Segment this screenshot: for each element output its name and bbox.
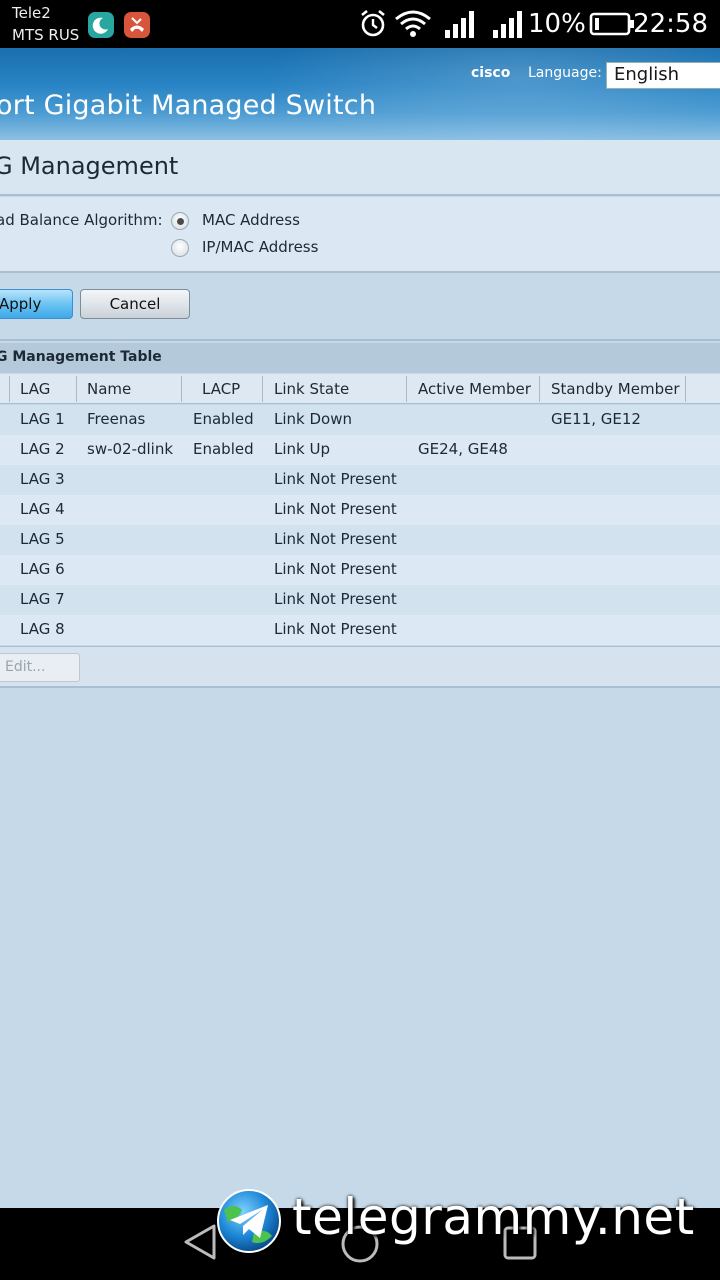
table-row[interactable]: LAG 8 Link Not Present	[0, 615, 720, 645]
cell-lag: LAG 6	[20, 560, 65, 578]
clock: 22:58	[633, 9, 708, 39]
cell-link-state: Link Not Present	[274, 590, 397, 608]
cell-link-state: Link Not Present	[274, 470, 397, 488]
column-separator	[406, 376, 407, 402]
column-separator	[76, 376, 77, 402]
cancel-button[interactable]: Cancel	[80, 289, 190, 319]
algorithm-label: ad Balance Algorithm:	[0, 211, 163, 229]
cell-lacp: Enabled	[193, 410, 254, 428]
cell-standby-member: GE11, GE12	[551, 410, 641, 428]
column-separator	[685, 376, 686, 402]
column-header-lag[interactable]: LAG	[20, 374, 50, 404]
column-header-active-member[interactable]: Active Member	[418, 374, 531, 404]
mac-address-radio[interactable]	[171, 212, 189, 230]
column-header-link-state[interactable]: Link State	[274, 374, 349, 404]
missed-call-icon	[124, 12, 150, 38]
table-row[interactable]: LAG 7 Link Not Present	[0, 585, 720, 615]
table-row[interactable]: LAG 1 Freenas Enabled Link Down GE11, GE…	[0, 405, 720, 435]
table-row[interactable]: LAG 4 Link Not Present	[0, 495, 720, 525]
cell-lag: LAG 3	[20, 470, 65, 488]
back-icon[interactable]	[180, 1220, 220, 1264]
apply-button[interactable]: Apply	[0, 289, 73, 319]
cell-lag: LAG 1	[20, 410, 65, 428]
carrier-name-2: MTS RUS	[12, 26, 80, 44]
load-balance-settings: ad Balance Algorithm: MAC Address IP/MAC…	[0, 197, 720, 273]
cell-link-state: Link Not Present	[274, 620, 397, 638]
cell-lag: LAG 8	[20, 620, 65, 638]
mac-address-label: MAC Address	[202, 211, 300, 229]
carrier-name-1: Tele2	[12, 4, 51, 22]
column-header-name[interactable]: Name	[87, 374, 131, 404]
table-row[interactable]: LAG 3 Link Not Present	[0, 465, 720, 495]
column-separator	[262, 376, 263, 402]
cell-link-state: Link Down	[274, 410, 352, 428]
cell-lag: LAG 4	[20, 500, 65, 518]
cell-name: Freenas	[87, 410, 146, 428]
cell-link-state: Link Not Present	[274, 530, 397, 548]
column-separator	[9, 376, 10, 402]
ip-mac-address-radio[interactable]	[171, 239, 189, 257]
cisco-logo: cisco	[471, 65, 511, 81]
cell-name: sw-02-dlink	[87, 440, 174, 458]
page-title: G Management	[0, 152, 179, 180]
language-select[interactable]: English	[606, 62, 720, 89]
battery-icon	[589, 12, 634, 36]
table-footer: Edit...	[0, 646, 720, 688]
telegram-globe-icon	[217, 1189, 281, 1253]
cell-lag: LAG 5	[20, 530, 65, 548]
alarm-icon	[361, 9, 385, 37]
header-banner: ort Gigabit Managed Switch cisco Languag…	[0, 48, 720, 140]
table-row[interactable]: LAG 5 Link Not Present	[0, 525, 720, 555]
table-row[interactable]: LAG 6 Link Not Present	[0, 555, 720, 585]
table-caption: G Management Table	[0, 343, 720, 373]
battery-percent: 10%	[528, 9, 586, 39]
column-separator	[539, 376, 540, 402]
moon-app-icon	[88, 12, 114, 38]
language-label: Language:	[528, 65, 602, 81]
cell-active-member: GE24, GE48	[418, 440, 508, 458]
app-title: ort Gigabit Managed Switch	[0, 90, 377, 121]
column-header-standby-member[interactable]: Standby Member	[551, 374, 680, 404]
cell-link-state: Link Up	[274, 440, 330, 458]
signal-icon	[493, 11, 522, 38]
column-header-lacp[interactable]: LACP	[202, 374, 240, 404]
ip-mac-address-label: IP/MAC Address	[202, 238, 319, 256]
status-bar: Tele2 MTS RUS 10% 22:58	[0, 0, 720, 48]
watermark: telegrammy.net	[216, 1186, 716, 1256]
column-separator	[181, 376, 182, 402]
watermark-text: telegrammy.net	[292, 1188, 695, 1246]
cell-link-state: Link Not Present	[274, 560, 397, 578]
table-caption-text: G Management Table	[0, 349, 162, 365]
page-header: G Management	[0, 140, 720, 196]
cell-lacp: Enabled	[193, 440, 254, 458]
cell-lag: LAG 2	[20, 440, 65, 458]
wifi-icon	[395, 10, 431, 37]
button-bar: Apply Cancel	[0, 275, 720, 341]
table-header: LAG Name LACP Link State Active Member S…	[0, 374, 720, 404]
edit-button[interactable]: Edit...	[0, 653, 80, 682]
signal-icon	[445, 11, 474, 38]
cell-link-state: Link Not Present	[274, 500, 397, 518]
table-row[interactable]: LAG 2 sw-02-dlink Enabled Link Up GE24, …	[0, 435, 720, 465]
cell-lag: LAG 7	[20, 590, 65, 608]
